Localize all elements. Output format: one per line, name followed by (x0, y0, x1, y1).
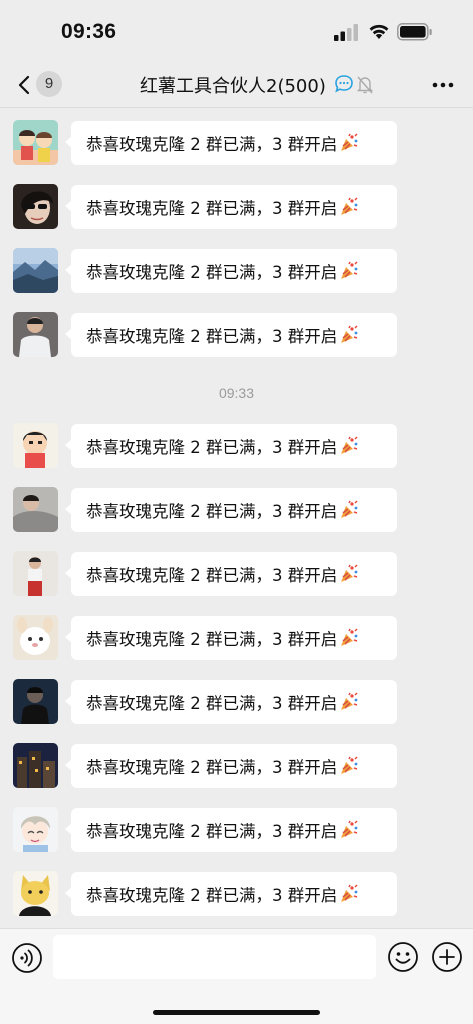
message-text: 恭喜玫瑰克隆 2 群已满，3 群开启 (86, 199, 338, 218)
battery-icon (397, 23, 433, 45)
home-indicator[interactable] (153, 1010, 320, 1015)
message-text: 恭喜玫瑰克隆 2 群已满，3 群开启 (86, 886, 338, 905)
plus-circle-icon (432, 942, 462, 972)
avatar[interactable] (13, 679, 58, 724)
plus-button[interactable] (431, 941, 463, 977)
party-popper-icon (339, 436, 359, 456)
message-bubble[interactable]: 恭喜玫瑰克隆 2 群已满，3 群开启 (65, 680, 397, 724)
avatar[interactable] (13, 743, 58, 788)
avatar[interactable] (13, 807, 58, 852)
status-time: 09:36 (61, 20, 117, 43)
more-dots-icon (432, 82, 454, 88)
message-row: 恭喜玫瑰克隆 2 群已满，3 群开启 (0, 310, 473, 358)
message-row: 恭喜玫瑰克隆 2 群已满，3 群开启 (0, 485, 473, 533)
time-divider: 09:33 (218, 385, 255, 401)
message-bubble[interactable]: 恭喜玫瑰克隆 2 群已满，3 群开启 (65, 121, 397, 165)
message-text: 恭喜玫瑰克隆 2 群已满，3 群开启 (86, 694, 338, 713)
message-bubble[interactable]: 恭喜玫瑰克隆 2 群已满，3 群开启 (65, 185, 397, 229)
message-text: 恭喜玫瑰克隆 2 群已满，3 群开启 (86, 758, 338, 777)
party-popper-icon (339, 820, 359, 840)
message-bubble[interactable]: 恭喜玫瑰克隆 2 群已满，3 群开启 (65, 488, 397, 532)
party-popper-icon (339, 628, 359, 648)
message-text: 恭喜玫瑰克隆 2 群已满，3 群开启 (86, 327, 338, 346)
avatar[interactable] (13, 487, 58, 532)
wifi-icon (368, 22, 390, 44)
message-row: 恭喜玫瑰克隆 2 群已满，3 群开启 (0, 246, 473, 294)
message-row: 恭喜玫瑰克隆 2 群已满，3 群开启 (0, 421, 473, 469)
emoji-button[interactable] (387, 941, 419, 977)
party-popper-icon (339, 133, 359, 153)
chevron-left-icon (18, 75, 30, 99)
mute-bell-icon (356, 76, 374, 94)
message-text: 恭喜玫瑰克隆 2 群已满，3 群开启 (86, 263, 338, 282)
message-row: 恭喜玫瑰克隆 2 群已满，3 群开启 (0, 182, 473, 230)
message-bubble[interactable]: 恭喜玫瑰克隆 2 群已满，3 群开启 (65, 249, 397, 293)
message-bubble[interactable]: 恭喜玫瑰克隆 2 群已满，3 群开启 (65, 616, 397, 660)
party-popper-icon (339, 884, 359, 904)
avatar[interactable] (13, 184, 58, 229)
party-popper-icon (339, 692, 359, 712)
message-list[interactable]: 恭喜玫瑰克隆 2 群已满，3 群开启 恭喜玫瑰克隆 2 群已满，3 群开启 恭喜… (0, 108, 473, 928)
message-text: 恭喜玫瑰克隆 2 群已满，3 群开启 (86, 630, 338, 649)
avatar[interactable] (13, 423, 58, 468)
message-text: 恭喜玫瑰克隆 2 群已满，3 群开启 (86, 822, 338, 841)
party-popper-icon (339, 325, 359, 345)
avatar[interactable] (13, 312, 58, 357)
message-row: 恭喜玫瑰克隆 2 群已满，3 群开启 (0, 118, 473, 166)
message-text: 恭喜玫瑰克隆 2 群已满，3 群开启 (86, 135, 338, 154)
avatar[interactable] (13, 871, 58, 916)
avatar[interactable] (13, 248, 58, 293)
back-button[interactable]: 9 (14, 69, 66, 101)
message-bubble[interactable]: 恭喜玫瑰克隆 2 群已满，3 群开启 (65, 313, 397, 357)
avatar[interactable] (13, 615, 58, 660)
cellular-signal-icon (334, 24, 360, 45)
message-row: 恭喜玫瑰克隆 2 群已满，3 群开启 (0, 741, 473, 789)
message-bubble[interactable]: 恭喜玫瑰克隆 2 群已满，3 群开启 (65, 424, 397, 468)
message-bubble[interactable]: 恭喜玫瑰克隆 2 群已满，3 群开启 (65, 872, 397, 916)
smiley-icon (388, 942, 418, 972)
voice-icon (12, 943, 42, 973)
message-row: 恭喜玫瑰克隆 2 群已满，3 群开启 (0, 677, 473, 725)
avatar[interactable] (13, 551, 58, 596)
party-popper-icon (339, 197, 359, 217)
party-popper-icon (339, 564, 359, 584)
party-popper-icon (339, 756, 359, 776)
status-bar: 09:36 (0, 0, 473, 62)
unread-count-badge: 9 (36, 71, 62, 97)
voice-button[interactable] (11, 942, 43, 978)
chat-title[interactable]: 红薯工具合伙人2(500) (140, 72, 326, 98)
avatar[interactable] (13, 120, 58, 165)
party-popper-icon (339, 500, 359, 520)
message-bubble[interactable]: 恭喜玫瑰克隆 2 群已满，3 群开启 (65, 744, 397, 788)
message-bubble[interactable]: 恭喜玫瑰克隆 2 群已满，3 群开启 (65, 552, 397, 596)
message-text: 恭喜玫瑰克隆 2 群已满，3 群开启 (86, 502, 338, 521)
chat-bubble-icon (335, 75, 353, 93)
message-row: 恭喜玫瑰克隆 2 群已满，3 群开启 (0, 805, 473, 853)
message-input[interactable] (53, 935, 376, 979)
chat-header: 9 红薯工具合伙人2(500) (0, 62, 473, 108)
more-options-button[interactable] (428, 70, 458, 100)
message-row: 恭喜玫瑰克隆 2 群已满，3 群开启 (0, 549, 473, 597)
message-bubble[interactable]: 恭喜玫瑰克隆 2 群已满，3 群开启 (65, 808, 397, 852)
party-popper-icon (339, 261, 359, 281)
message-row: 恭喜玫瑰克隆 2 群已满，3 群开启 (0, 613, 473, 661)
message-row: 恭喜玫瑰克隆 2 群已满，3 群开启 (0, 869, 473, 917)
message-text: 恭喜玫瑰克隆 2 群已满，3 群开启 (86, 566, 338, 585)
message-text: 恭喜玫瑰克隆 2 群已满，3 群开启 (86, 438, 338, 457)
